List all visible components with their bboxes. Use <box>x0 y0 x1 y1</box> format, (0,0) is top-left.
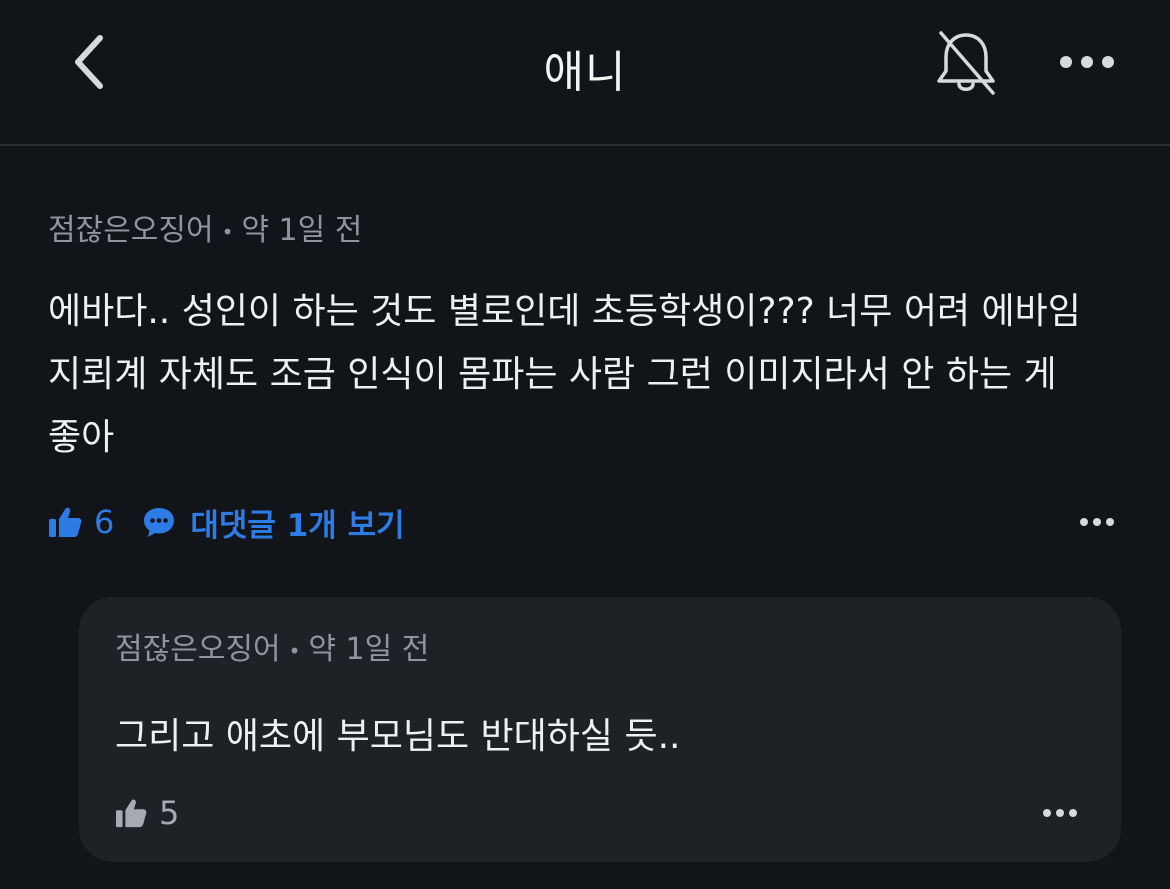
thumbs-up-icon <box>48 506 94 538</box>
reply-author[interactable]: 점잖은오징어 <box>115 632 281 667</box>
like-button[interactable]: 6 <box>48 503 114 541</box>
comment-more-button[interactable] <box>1072 502 1122 542</box>
comment-meta: 점잖은오징어 • 약 1일 전 <box>48 196 1128 266</box>
view-replies-label: 대댓글 1개 보기 <box>190 507 405 544</box>
chat-bubble-icon <box>142 506 190 538</box>
more-options-button[interactable] <box>1052 40 1122 84</box>
reply-actions: 5 <box>115 787 1085 839</box>
more-horizontal-icon <box>1079 517 1115 527</box>
like-count: 6 <box>94 503 115 541</box>
thumbs-up-icon <box>115 798 159 828</box>
meta-separator: • <box>221 219 234 244</box>
reply-more-button[interactable] <box>1035 793 1085 833</box>
reply-meta: 점잖은오징어 • 약 1일 전 <box>115 621 429 680</box>
more-horizontal-icon <box>1059 55 1115 69</box>
bell-off-icon <box>933 29 999 99</box>
reply-like-count: 5 <box>159 794 180 832</box>
view-replies-button[interactable]: 대댓글 1개 보기 <box>142 500 405 545</box>
notification-toggle-button[interactable] <box>928 26 1004 102</box>
reply-time: 약 1일 전 <box>308 632 430 667</box>
more-horizontal-icon <box>1042 808 1078 818</box>
comment-text: 에바다.. 성인이 하는 것도 별로인데 초등학생이??? 너무 어려 에바임 … <box>48 291 1081 458</box>
reply-like-button[interactable]: 5 <box>115 794 179 832</box>
reply-card: 점잖은오징어 • 약 1일 전 그리고 애초에 부모님도 반대하실 듯.. 5 <box>79 597 1121 862</box>
comment: 점잖은오징어 • 약 1일 전 에바다.. 성인이 하는 것도 별로인데 초등학생이… <box>48 196 1128 469</box>
comment-author[interactable]: 점잖은오징어 <box>48 213 214 248</box>
top-bar: 애니 <box>0 0 1170 146</box>
meta-separator: • <box>288 638 301 663</box>
comment-actions: 6 대댓글 1개 보기 <box>48 496 1122 548</box>
comment-time: 약 1일 전 <box>241 213 363 248</box>
reply-text: 그리고 애초에 부모님도 반대하실 듯.. <box>115 716 681 757</box>
